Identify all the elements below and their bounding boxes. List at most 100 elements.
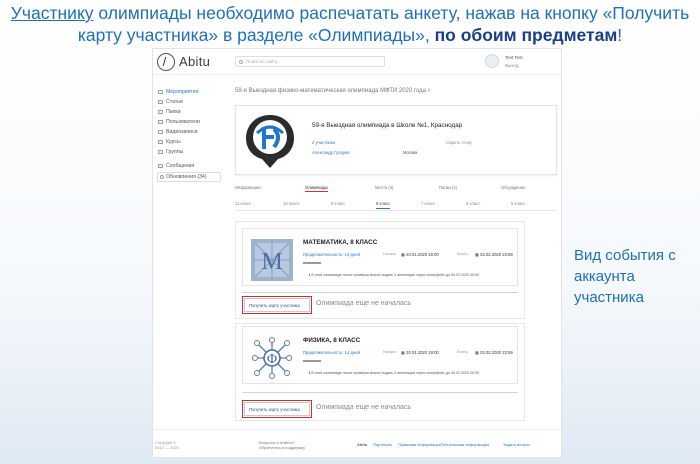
sidebar-item-video[interactable]: Видеозаписи [157, 127, 229, 137]
grade-tabs: 11 класс 10 класс 9 класс 8 класс 7 клас… [235, 201, 557, 211]
event-logo-icon [246, 115, 294, 168]
event-breadcrumb[interactable]: 59-я Выездная физико-математическая олим… [235, 87, 557, 99]
support-link[interactable]: Обратитесь в поддержку [259, 445, 305, 450]
tab-places[interactable]: Места (4) [375, 185, 393, 190]
tab-grade-11[interactable]: 11 класс [235, 201, 251, 206]
sidebar-item-label: Группы [166, 149, 184, 155]
event-tabs: Информация Олимпиады Места (4) Папки (2)… [235, 185, 557, 195]
math-icon: M [251, 239, 293, 281]
end-date-value: 02.02.2020 23:59 [480, 252, 513, 257]
tab-grade-10[interactable]: 10 класс [283, 201, 300, 206]
sidebar-item-updates[interactable]: Обновления (34) [157, 172, 221, 182]
headline-bold: по обоим предметам [434, 25, 618, 45]
avatar[interactable] [485, 54, 499, 68]
appeal-note: ℹ В этой олимпиаде после проверки можно … [309, 371, 480, 375]
subject-card: Φ ФИЗИКА, 8 КЛАСС Продолжительность: 14 … [242, 326, 518, 384]
footer: Copyright © 2012 — 2020 Вопросы и ответы?… [153, 429, 561, 457]
app-logo[interactable]: Abitu [179, 54, 210, 69]
appeal-note: ℹ В этой олимпиаде после проверки можно … [309, 273, 480, 277]
footer-link-partners[interactable]: Партнеры [373, 442, 392, 447]
svg-text:M: M [261, 249, 282, 275]
tab-olympiads[interactable]: Олимпиады [305, 185, 329, 192]
footer-link-legal[interactable]: Правовая информация [398, 442, 441, 447]
highlight-frame [242, 400, 312, 418]
divider [242, 292, 518, 293]
footer-logo[interactable]: Abitu [357, 442, 367, 447]
sidebar-item-articles[interactable]: Статьи [157, 97, 229, 107]
appeal-note-text: В этой олимпиаде после проверки можно по… [311, 371, 480, 375]
tab-discussion[interactable]: Обсуждение [501, 185, 525, 190]
hide-point-link[interactable]: Скрыть точку [446, 140, 472, 145]
footer-link-tech[interactable]: Техническая информация [441, 442, 489, 447]
search-placeholder: Поиск по сайту [246, 59, 278, 64]
end-label: Конец [457, 350, 468, 354]
end-label: Конец [457, 252, 468, 256]
sidebar-item-groups[interactable]: Группы [157, 147, 229, 157]
sidebar-item-label: Статьи [166, 99, 183, 105]
subject-duration: Продолжительность: 14 дней [303, 252, 360, 257]
sidebar-item-events[interactable]: Мероприятия [157, 87, 229, 97]
event-title: 59-я Выездная физико-математическая олим… [235, 88, 427, 94]
progress-bar [303, 360, 321, 362]
start-label: Начало [383, 350, 397, 354]
subject-title: МАТЕМАТИКА, 8 КЛАСС [303, 239, 378, 246]
tab-grade-9[interactable]: 9 класс [331, 201, 345, 206]
updates-icon [160, 175, 164, 179]
progress-bar [303, 262, 321, 264]
appeal-note-text: В этой олимпиаде после проверки можно по… [311, 273, 480, 277]
start-date-value: 20.01.2020 19:00 [406, 350, 439, 355]
copyright-years: 2012 — 2020 [155, 445, 180, 450]
subject-duration: Продолжительность: 14 дней [303, 350, 360, 355]
start-label: Начало [383, 252, 397, 256]
groups-icon [158, 150, 163, 154]
organizer-link[interactable]: Александр Гусарев [312, 150, 349, 155]
participants-link[interactable]: 2 участника [312, 140, 335, 145]
footer-link-ask[interactable]: Задать вопрос [503, 442, 530, 447]
sidebar-item-label: Мероприятия [166, 89, 199, 95]
sidebar-item-courses[interactable]: Курсы [157, 137, 229, 147]
event-card: 59-я Выездная олимпиада в Школе №1, Крас… [235, 105, 557, 175]
user-name[interactable]: Test Test [505, 55, 523, 60]
sidebar-item-label: Курсы [166, 139, 181, 145]
start-date: ▦ 20.01.2020 19:00 [401, 350, 439, 355]
tab-info[interactable]: Информация [235, 185, 261, 190]
sidebar: Мероприятия Статьи Папки Пользователи Ви… [157, 87, 229, 182]
status-text: Олимпиада еще не началась [316, 404, 412, 411]
logout-link[interactable]: Выход [505, 63, 518, 68]
sidebar-item-users[interactable]: Пользователи [157, 117, 229, 127]
help-block: Вопросы и ответы? Обратитесь в поддержку [259, 440, 305, 450]
tab-grade-5[interactable]: 5 класс [511, 201, 525, 206]
tab-folders[interactable]: Папки (2) [439, 185, 457, 190]
tab-grade-6[interactable]: 6 класс [466, 201, 480, 206]
search-input[interactable]: Поиск по сайту [235, 56, 385, 67]
tab-grade-8[interactable]: 8 класс [376, 201, 391, 209]
start-date: ▦ 20.01.2020 19:00 [401, 252, 439, 257]
end-date: ▦ 02.02.2020 22:59 [475, 350, 513, 355]
subject-title: ФИЗИКА, 8 КЛАСС [303, 337, 361, 344]
event-city: Москва [403, 150, 418, 155]
copyright: Copyright © 2012 — 2020 [155, 440, 179, 450]
divider [242, 392, 518, 393]
get-participant-card-button[interactable]: Получить карту участника [242, 400, 312, 418]
sidebar-item-folders[interactable]: Папки [157, 107, 229, 117]
subject-block-math: M МАТЕМАТИКА, 8 КЛАСС Продолжительность:… [235, 221, 525, 319]
tab-grade-7[interactable]: 7 класс [421, 201, 435, 206]
sidebar-item-label: Обновления (34) [166, 174, 207, 180]
subject-card: M МАТЕМАТИКА, 8 КЛАСС Продолжительность:… [242, 228, 518, 286]
events-icon [158, 90, 163, 94]
headline-end: ! [617, 25, 623, 45]
end-date: ▦ 02.02.2020 23:59 [475, 252, 513, 257]
get-participant-card-button[interactable]: Получить карту участника [242, 296, 312, 314]
start-date-value: 20.01.2020 19:00 [406, 252, 439, 257]
subject-block-physics: Φ ФИЗИКА, 8 КЛАСС Продолжительность: 14 … [235, 323, 525, 421]
highlight-frame [242, 296, 312, 314]
logo-icon[interactable] [157, 53, 175, 71]
chevron-right-icon: › [427, 87, 431, 94]
app-screenshot: Abitu Поиск по сайту Test Test Выход Мер… [152, 48, 562, 458]
sidebar-item-label: Видеозаписи [166, 129, 198, 135]
articles-icon [158, 100, 163, 104]
sidebar-item-messages[interactable]: Сообщения [157, 161, 229, 171]
top-bar: Abitu Поиск по сайту Test Test Выход [153, 49, 561, 75]
end-date-value: 02.02.2020 22:59 [480, 350, 513, 355]
physics-icon: Φ [252, 337, 292, 379]
